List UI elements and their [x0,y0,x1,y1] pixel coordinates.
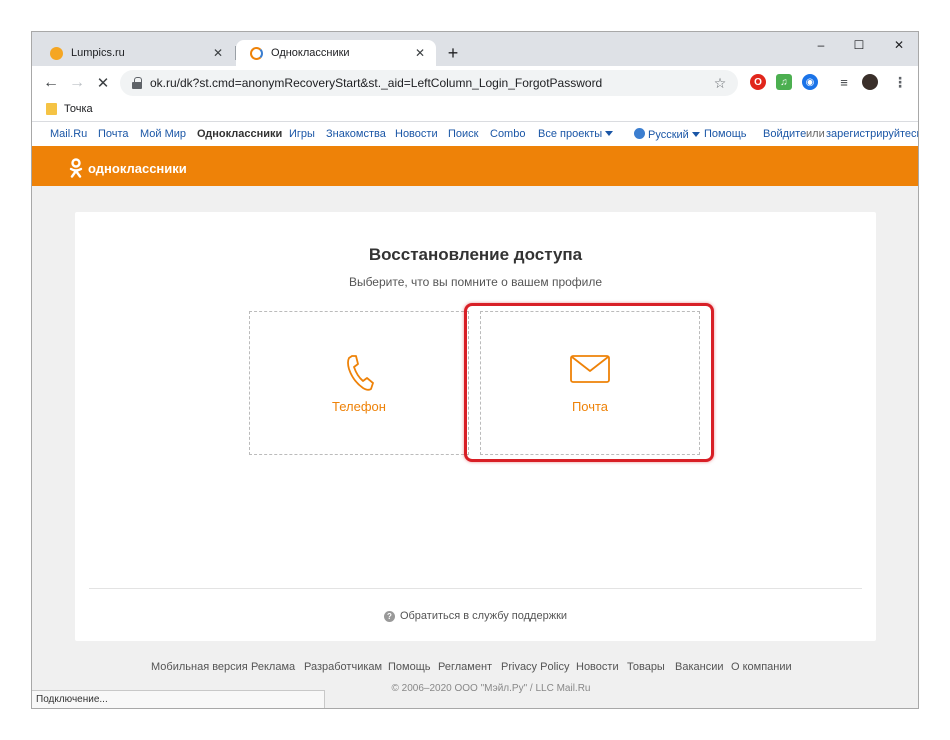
lock-icon [132,77,142,89]
maximize-button[interactable]: ☐ [838,32,880,58]
footer-link-mobile[interactable]: Мобильная версия [151,661,248,673]
footer-link-jobs[interactable]: Вакансии [675,661,724,673]
back-arrow-icon[interactable]: ← [40,72,62,94]
footer-link-about[interactable]: О компании [731,661,792,673]
web-page: Mail.Ru Почта Мой Мир Одноклассники Игры… [32,122,918,708]
language-dropdown[interactable]: Русский [634,128,700,141]
tab-odnoklassniki[interactable]: Одноклассники ✕ [236,40,436,66]
footer-link-developers[interactable]: Разработчикам [304,661,382,673]
portal-link-novosti[interactable]: Новости [395,128,438,140]
portal-link-combo[interactable]: Combo [490,128,525,140]
recovery-card: Восстановление доступа Выберите, что вы … [75,212,876,641]
tab-title: Lumpics.ru [71,47,125,59]
forward-arrow-icon[interactable]: → [66,72,88,94]
phone-icon [347,355,374,391]
help-link[interactable]: Помощь [704,128,747,140]
all-projects-label: Все проекты [538,128,603,140]
phone-icon-wrap [250,354,468,392]
address-bar[interactable]: ok.ru/dk?st.cmd=anonymRecoveryStart&st._… [120,70,738,96]
avatar[interactable] [862,74,878,90]
browser-window: Lumpics.ru ✕ Одноклассники ✕ + – ☐ ✕ ← →… [32,32,918,708]
close-window-button[interactable]: ✕ [878,32,918,58]
stop-loading-icon[interactable]: ✕ [92,72,114,94]
footer-link-help[interactable]: Помощь [388,661,431,673]
star-icon[interactable]: ☆ [710,75,730,92]
folder-icon [46,103,57,115]
status-bar: Подключение... [32,690,325,708]
phone-option-label: Телефон [332,399,386,414]
tab-strip: Lumpics.ru ✕ Одноклассники ✕ + – ☐ ✕ [32,32,918,66]
chevron-down-icon [691,132,700,137]
register-link[interactable]: зарегистрируйтесь [826,128,918,140]
ok-favicon-icon [250,46,263,60]
chevron-down-icon [605,131,614,136]
menu-dots-icon[interactable]: ⋮ [892,74,908,90]
ok-header: одноклассники [32,146,918,186]
ok-logo[interactable]: одноклассники [69,158,187,178]
footer-link-rules[interactable]: Регламент [438,661,492,673]
support-label: Обратиться в службу поддержки [399,610,568,622]
portal-bar: Mail.Ru Почта Мой Мир Одноклассники Игры… [32,122,918,146]
footer-link-news[interactable]: Новости [576,661,619,673]
footer-link-goods[interactable]: Товары [627,661,665,673]
portal-link-ok[interactable]: Одноклассники [197,128,282,140]
close-icon[interactable]: ✕ [210,45,226,61]
bookmarks-bar: Точка [32,100,918,122]
all-projects-dropdown[interactable]: Все проекты [538,128,614,140]
portal-link-moymir[interactable]: Мой Мир [140,128,186,140]
portal-link-poisk[interactable]: Поиск [448,128,478,140]
adblock-extension-icon[interactable]: O [750,74,766,90]
minimize-button[interactable]: – [800,32,842,58]
mail-option-button[interactable]: Почта [480,311,700,455]
media-queue-icon[interactable]: ≡ [836,74,852,90]
footer-link-ads[interactable]: Реклама [251,661,295,673]
mail-option-label: Почта [571,399,609,414]
footer-link-privacy[interactable]: Privacy Policy [501,661,569,673]
page-subtitle: Выберите, что вы помните о вашем профиле [348,275,603,289]
question-icon: ? [383,610,395,622]
lumpics-favicon-icon [50,46,63,60]
vpn-extension-icon[interactable]: ◉ [802,74,818,90]
new-tab-button[interactable]: + [442,42,464,64]
ok-logo-text: одноклассники [88,160,187,176]
language-label: Русский [648,129,689,141]
page-title: Восстановление доступа [368,245,583,264]
divider [89,588,862,589]
browser-toolbar: ← → ✕ ok.ru/dk?st.cmd=anonymRecoveryStar… [32,66,918,100]
portal-link-znakomstva[interactable]: Знакомства [326,128,386,140]
globe-icon [634,128,645,139]
bookmark-label: Точка [64,103,93,115]
tab-lumpics[interactable]: Lumpics.ru ✕ [36,40,234,66]
tab-title: Одноклассники [271,47,350,59]
bookmark-folder[interactable]: Точка [46,103,93,115]
support-link[interactable]: ? Обратиться в службу поддержки [75,610,876,622]
url-text[interactable]: ok.ru/dk?st.cmd=anonymRecoveryStart&st._… [150,76,710,90]
music-extension-icon[interactable]: ♫ [776,74,792,90]
mail-icon [570,355,610,383]
portal-link-mailru[interactable]: Mail.Ru [50,128,87,140]
phone-option-button[interactable]: Телефон [249,311,469,455]
login-link[interactable]: Войдите [763,128,806,140]
mail-icon-wrap [481,354,699,384]
portal-link-igry[interactable]: Игры [289,128,315,140]
close-icon[interactable]: ✕ [412,45,428,61]
portal-link-pochta[interactable]: Почта [98,128,129,140]
or-text: или [806,128,825,140]
ok-logo-icon [69,158,83,178]
